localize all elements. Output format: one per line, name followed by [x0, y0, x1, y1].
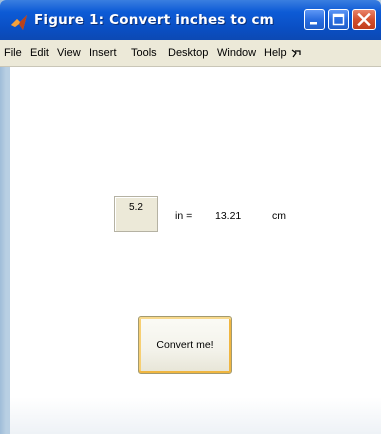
- window-title: Figure 1: Convert inches to cm: [34, 12, 274, 28]
- menu-window[interactable]: Window: [217, 47, 256, 59]
- title-bar[interactable]: Figure 1: Convert inches to cm: [0, 0, 381, 40]
- matlab-icon: [11, 15, 27, 30]
- close-button[interactable]: [352, 9, 376, 30]
- menu-file[interactable]: File: [4, 47, 22, 59]
- menu-view[interactable]: View: [57, 47, 81, 59]
- menu-help[interactable]: Help: [264, 47, 287, 59]
- inches-unit-label: in =: [175, 210, 193, 222]
- menu-overflow-icon[interactable]: [291, 48, 301, 58]
- menu-desktop[interactable]: Desktop: [168, 47, 208, 59]
- menu-bar: File Edit View Insert Tools Desktop Wind…: [0, 40, 381, 67]
- cm-unit-label: cm: [272, 210, 286, 222]
- cm-value-text: 13.21: [215, 210, 242, 222]
- figure-canvas: 5.2 in = 13.21 cm Convert me!: [10, 67, 381, 434]
- maximize-icon: [332, 13, 345, 26]
- menu-tools[interactable]: Tools: [131, 47, 157, 59]
- inches-input[interactable]: 5.2: [114, 196, 158, 232]
- convert-button[interactable]: Convert me!: [138, 316, 232, 374]
- menu-insert[interactable]: Insert: [89, 47, 117, 59]
- figure-window: Figure 1: Convert inches to cm File Edit…: [0, 0, 381, 434]
- minimize-button[interactable]: [304, 9, 325, 30]
- minimize-icon: [310, 22, 317, 25]
- maximize-button[interactable]: [328, 9, 349, 30]
- close-icon: [357, 12, 371, 27]
- menu-edit[interactable]: Edit: [30, 47, 49, 59]
